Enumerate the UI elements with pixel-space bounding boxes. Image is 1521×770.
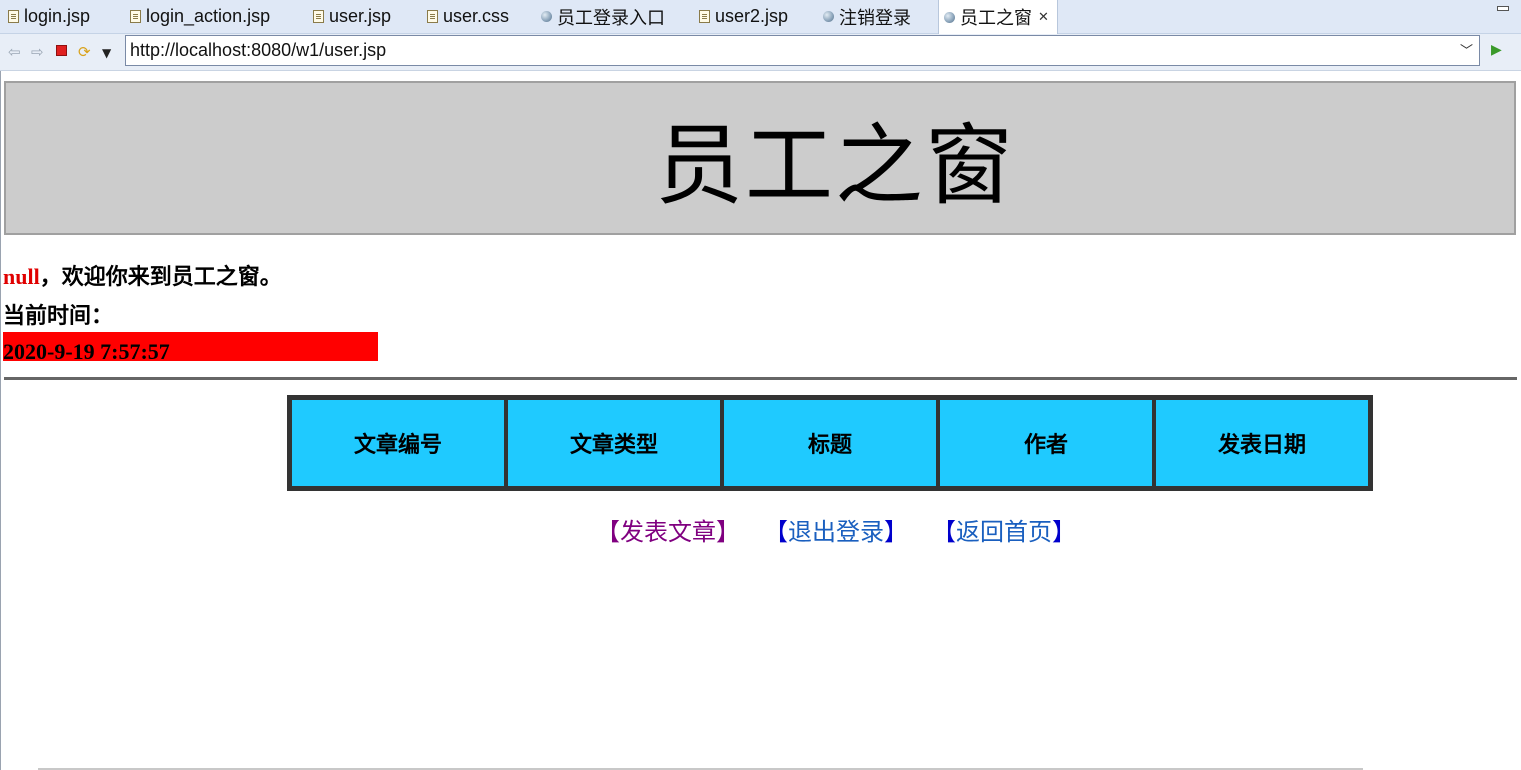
tab-label: 员工之窗 xyxy=(960,8,1032,28)
welcome-text: ，欢迎你来到员工之窗。 xyxy=(39,264,282,289)
tab-label: 员工登录入口 xyxy=(557,7,665,28)
forward-icon[interactable]: ⇨ xyxy=(31,43,44,61)
file-icon xyxy=(313,10,324,23)
time-bar: 2020-9-19 7:57:57 xyxy=(3,332,378,364)
refresh-icon[interactable]: ⟳ xyxy=(78,43,91,61)
chevron-down-icon[interactable]: ﹀ xyxy=(1460,36,1473,65)
time-value: 2020-9-19 7:57:57 xyxy=(3,339,170,364)
tab-login-jsp[interactable]: login.jsp xyxy=(8,0,90,33)
action-links: 【发表文章】 【退出登录】 【返回首页】 xyxy=(596,512,1112,547)
file-icon xyxy=(130,10,141,23)
tab-label: login_action.jsp xyxy=(146,6,271,26)
table-header-row: 文章编号 文章类型 标题 作者 发表日期 xyxy=(290,398,1370,488)
tab-user-css[interactable]: user.css xyxy=(427,0,509,33)
globe-icon xyxy=(944,11,955,23)
col-author: 作者 xyxy=(938,398,1154,488)
bracket-open: 【 xyxy=(776,520,788,546)
stop-icon[interactable] xyxy=(56,45,67,56)
go-icon[interactable]: ▶ xyxy=(1491,42,1502,58)
url-text: http://localhost:8080/w1/user.jsp xyxy=(130,40,387,60)
link-text: 返回首页 xyxy=(956,520,1052,546)
file-icon xyxy=(427,10,438,23)
tab-user-jsp[interactable]: user.jsp xyxy=(313,0,391,33)
tab-label: user.css xyxy=(443,6,510,26)
page-header: 员工之窗 xyxy=(4,81,1516,235)
link-text: 退出登录 xyxy=(788,520,884,546)
menu-dropdown-icon[interactable]: ▼ xyxy=(102,44,111,62)
publish-article-link[interactable]: 【发表文章】 xyxy=(596,520,740,546)
close-icon[interactable]: ✕ xyxy=(1038,9,1049,25)
tab-label: user2.jsp xyxy=(715,6,789,26)
bracket-close: 】 xyxy=(884,520,908,546)
back-icon[interactable]: ⇦ xyxy=(8,43,21,61)
globe-icon xyxy=(541,11,552,22)
article-table: 文章编号 文章类型 标题 作者 发表日期 xyxy=(287,395,1373,491)
tab-user2-jsp[interactable]: user2.jsp xyxy=(699,0,788,33)
file-icon xyxy=(8,10,19,23)
page-title: 员工之窗 xyxy=(654,119,1015,216)
web-page: 员工之窗 null，欢迎你来到员工之窗。 当前时间： 2020-9-19 7:5… xyxy=(0,71,1521,770)
logout-link[interactable]: 【退出登录】 xyxy=(776,520,908,546)
tab-login-action-jsp[interactable]: login_action.jsp xyxy=(130,0,270,33)
welcome-message: null，欢迎你来到员工之窗。 xyxy=(3,259,282,291)
editor-tab-bar: login.jsp login_action.jsp user.jsp user… xyxy=(0,0,1521,34)
tab-employee-login[interactable]: 员工登录入口 xyxy=(541,0,665,33)
bracket-open: 【 xyxy=(944,520,956,546)
browser-toolbar: ⇦ ⇨ ⟳ ▼ http://localhost:8080/w1/user.js… xyxy=(0,34,1521,71)
bracket-close: 】 xyxy=(1052,520,1076,546)
col-article-type: 文章类型 xyxy=(506,398,722,488)
tab-label: login.jsp xyxy=(24,6,91,26)
page-border xyxy=(0,71,1,770)
col-title: 标题 xyxy=(722,398,938,488)
globe-icon xyxy=(823,11,834,22)
bracket-close: 】 xyxy=(716,520,740,546)
url-input[interactable]: http://localhost:8080/w1/user.jsp ﹀ xyxy=(125,35,1480,66)
minimize-icon[interactable] xyxy=(1497,6,1509,11)
tab-employee-window[interactable]: 员工之窗 ✕ xyxy=(938,0,1058,34)
col-article-id: 文章编号 xyxy=(290,398,506,488)
bracket-open: 【 xyxy=(596,520,620,546)
username: null xyxy=(3,264,40,289)
col-publish-date: 发表日期 xyxy=(1154,398,1370,488)
home-link[interactable]: 【返回首页】 xyxy=(944,520,1076,546)
time-label: 当前时间： xyxy=(3,303,114,328)
file-icon xyxy=(699,10,710,23)
tab-logout[interactable]: 注销登录 xyxy=(823,0,911,33)
tab-label: user.jsp xyxy=(329,6,392,26)
divider xyxy=(4,377,1517,380)
link-text: 发表文章 xyxy=(620,520,716,546)
tab-label: 注销登录 xyxy=(839,7,911,28)
